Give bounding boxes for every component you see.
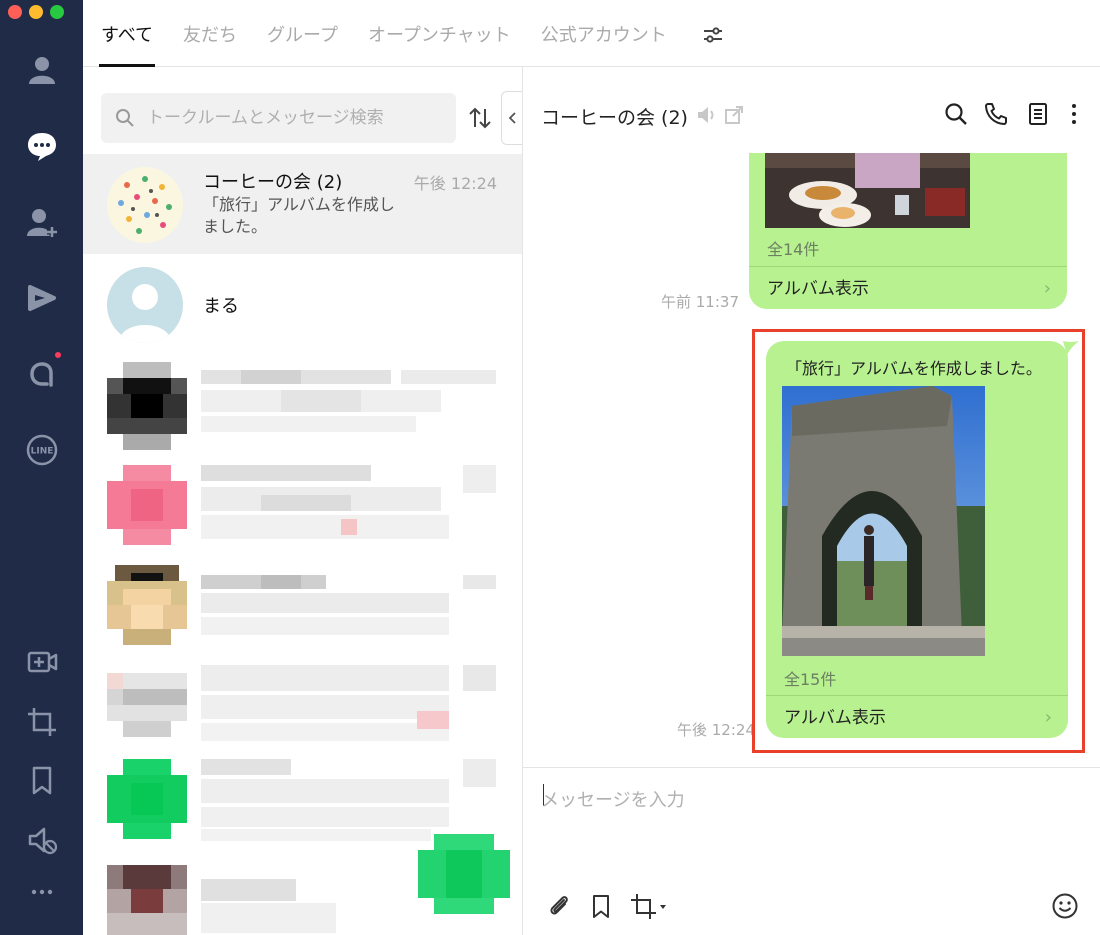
- keep-nav-button[interactable]: [0, 758, 83, 802]
- chat-header: コーヒーの会 (2): [523, 67, 1100, 153]
- message-input[interactable]: [541, 780, 1061, 820]
- line-services-nav-button[interactable]: LINE: [0, 428, 83, 472]
- line-logo-icon: LINE: [26, 434, 57, 466]
- chat-bubble-icon: [27, 133, 56, 161]
- chat-list-item-redacted[interactable]: [83, 657, 522, 757]
- more-icon: [31, 889, 52, 895]
- chevron-right-icon: ›: [1043, 278, 1051, 299]
- redacted-avatar: [107, 759, 187, 839]
- redacted-text: [201, 370, 496, 432]
- redacted-text: [201, 879, 336, 933]
- group-avatar: [107, 167, 183, 243]
- search-icon[interactable]: [943, 101, 969, 127]
- highlight-frame: [752, 329, 1085, 753]
- food-illustration-icon: [118, 176, 172, 234]
- tab-openchat[interactable]: オープンチャット: [368, 0, 511, 67]
- more-vertical-icon[interactable]: [1061, 101, 1087, 127]
- view-album-link[interactable]: アルバム表示 ›: [749, 266, 1067, 308]
- more-nav-button[interactable]: [0, 870, 83, 914]
- person-icon: [28, 57, 55, 84]
- person-silhouette-icon: [119, 284, 171, 343]
- speaker-icon[interactable]: [695, 104, 717, 126]
- collapse-panel-button[interactable]: [501, 91, 522, 145]
- view-album-label: アルバム表示: [767, 279, 869, 299]
- emoji-icon[interactable]: [1051, 892, 1079, 920]
- tab-official-accounts[interactable]: 公式アカウント: [541, 0, 667, 67]
- redacted-text: [201, 665, 496, 741]
- chat-list-item-redacted[interactable]: [83, 857, 522, 935]
- message-time: 午後 12:24: [677, 721, 755, 739]
- voom-icon: [27, 285, 56, 311]
- chat-list-panel: コーヒーの会 (2) 午後 12:24 「旅行」アルバムを作成しました。 まる: [83, 67, 523, 935]
- redacted-avatar: [107, 465, 187, 545]
- friends-nav-button[interactable]: [0, 48, 83, 92]
- chat-name: まる: [203, 296, 239, 317]
- tab-all[interactable]: すべて: [98, 0, 156, 67]
- crop-screenshot-icon[interactable]: [629, 892, 669, 920]
- paperclip-icon[interactable]: [545, 892, 573, 920]
- album-message-bubble[interactable]: 全14件 アルバム表示 ›: [749, 153, 1067, 309]
- openchat-icon: [29, 362, 53, 387]
- openchat-nav-button[interactable]: [0, 352, 83, 396]
- chat-list-item-redacted[interactable]: [83, 557, 522, 657]
- add-friend-icon: [26, 209, 57, 237]
- redacted-text: [201, 575, 496, 635]
- close-window-button[interactable]: [8, 5, 22, 19]
- album-photo-count: 全14件: [767, 240, 820, 259]
- chats-nav-button[interactable]: [0, 124, 83, 168]
- search-icon: [116, 109, 134, 127]
- minimize-window-button[interactable]: [29, 5, 43, 19]
- default-avatar: [107, 267, 183, 343]
- chat-title: コーヒーの会 (2): [541, 107, 688, 129]
- redacted-avatar: [107, 362, 187, 450]
- tab-friends[interactable]: 友だち: [183, 0, 237, 67]
- redacted-avatar: [107, 865, 187, 935]
- search-input[interactable]: [147, 108, 437, 128]
- add-friend-nav-button[interactable]: [0, 200, 83, 244]
- chat-list-item-redacted[interactable]: [83, 457, 522, 557]
- composer: [523, 767, 1100, 935]
- voom-nav-button[interactable]: [0, 276, 83, 320]
- category-tabs: すべて 友だち グループ オープンチャット 公式アカウント: [83, 0, 1100, 67]
- sidebar-rail: LINE: [0, 0, 83, 935]
- search-box[interactable]: [101, 93, 456, 143]
- chat-time: 午後 12:24: [413, 174, 497, 193]
- video-call-nav-button[interactable]: [0, 640, 83, 684]
- mute-icon: [28, 827, 57, 855]
- redacted-avatar: [107, 673, 187, 737]
- chat-list-item[interactable]: まる: [83, 254, 522, 354]
- chat-name: コーヒーの会 (2): [203, 172, 343, 193]
- line-logo-text: LINE: [30, 447, 53, 457]
- video-call-icon: [27, 651, 57, 673]
- bookmark-icon[interactable]: [587, 892, 615, 920]
- notification-dot: [55, 352, 61, 358]
- chat-list-item-redacted[interactable]: [83, 354, 522, 454]
- filter-settings-icon[interactable]: [701, 23, 725, 47]
- phone-icon[interactable]: [983, 101, 1009, 127]
- chevron-left-icon: [508, 112, 516, 124]
- notes-icon[interactable]: [1025, 101, 1051, 127]
- message-area: 全14件 アルバム表示 › 午前 11:37 「旅行」アルバムを作成しました。: [523, 153, 1100, 767]
- redacted-text: [201, 465, 496, 539]
- bookmark-icon: [32, 766, 51, 795]
- redacted-avatar: [107, 565, 187, 645]
- sort-icon[interactable]: [467, 105, 493, 131]
- screenshot-nav-button[interactable]: [0, 700, 83, 744]
- chat-preview: 「旅行」アルバムを作成しました。: [203, 195, 395, 236]
- zoom-window-button[interactable]: [50, 5, 64, 19]
- mute-nav-button[interactable]: [0, 818, 83, 862]
- window-controls: [8, 5, 64, 19]
- open-window-icon[interactable]: [723, 104, 745, 126]
- album-thumbnail[interactable]: [765, 153, 970, 228]
- tab-groups[interactable]: グループ: [267, 0, 338, 67]
- chat-list-item[interactable]: コーヒーの会 (2) 午後 12:24 「旅行」アルバムを作成しました。: [83, 154, 522, 254]
- crop-icon: [27, 708, 56, 736]
- message-time: 午前 11:37: [661, 293, 739, 311]
- redacted-text: [201, 759, 496, 841]
